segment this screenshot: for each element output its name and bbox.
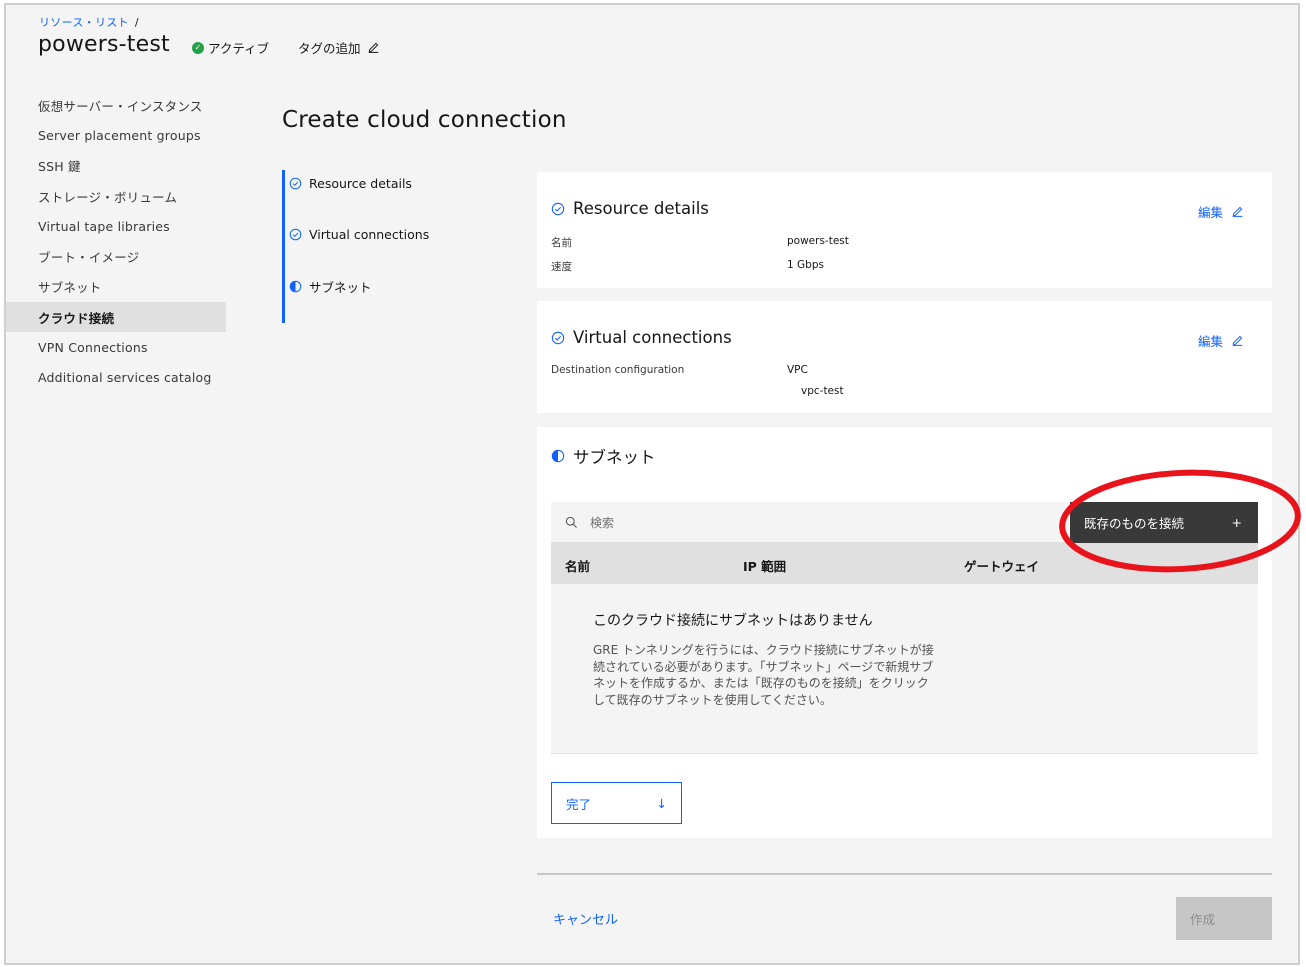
sidebar-item-boot-images[interactable]: ブート・イメージ: [6, 241, 226, 271]
detail-sub-value: vpc-test: [801, 385, 844, 397]
sidebar-item-subnets[interactable]: サブネット: [6, 272, 226, 302]
sidebar-item-services-catalog[interactable]: Additional services catalog: [6, 363, 226, 393]
tile-heading: Resource details: [551, 199, 709, 218]
checkmark-circle-icon: [289, 177, 302, 190]
sidebar-item-label: SSH 鍵: [38, 159, 81, 175]
page-title: Create cloud connection: [282, 107, 567, 133]
progress-step-virtual-connections[interactable]: Virtual connections: [289, 227, 429, 242]
create-button[interactable]: 作成: [1176, 897, 1272, 940]
edit-resource-details-link[interactable]: 編集: [1198, 202, 1244, 221]
checkmark-circle-icon: [289, 228, 302, 241]
empty-state-description: GRE トンネリングを行うには、クラウド接続にサブネットが接続されている必要があ…: [593, 643, 934, 707]
cancel-button[interactable]: キャンセル: [553, 909, 618, 928]
edit-icon: [1232, 206, 1243, 217]
sidebar-item-placement-groups[interactable]: Server placement groups: [6, 120, 226, 150]
breadcrumb: リソース・リスト /: [39, 14, 139, 30]
progress-step-label: Resource details: [309, 176, 412, 191]
status-badge: ✓ アクティブ: [192, 38, 269, 57]
checkmark-icon: ✓: [192, 41, 204, 54]
sidebar-item-label: 仮想サーバー・インスタンス: [38, 98, 203, 114]
add-tag-button[interactable]: タグの追加: [298, 38, 380, 57]
detail-key: 名前: [551, 237, 572, 249]
checkmark-circle-icon: [551, 331, 565, 344]
edit-icon: [368, 42, 378, 53]
sidebar-item-label: サブネット: [38, 280, 102, 296]
done-button[interactable]: 完了 ↓: [551, 782, 682, 824]
progress-step-label: Virtual connections: [309, 227, 430, 242]
connect-existing-button[interactable]: 既存のものを接続 +: [1070, 502, 1258, 543]
app-frame: リソース・リスト / powers-test ✓ アクティブ タグの追加 仮想サー…: [4, 3, 1300, 965]
edit-icon: [1232, 335, 1243, 346]
side-navigation: 仮想サーバー・インスタンス Server placement groups SS…: [6, 90, 226, 393]
sidebar-item-ssh-keys[interactable]: SSH 鍵: [6, 151, 226, 181]
column-header-ip-range[interactable]: IP 範囲: [743, 556, 786, 575]
sidebar-item-vpn-connections[interactable]: VPN Connections: [6, 332, 226, 362]
empty-state-title: このクラウド接続にサブネットはありません: [593, 613, 873, 629]
virtual-connections-tile: Virtual connections 編集 Destination confi…: [537, 301, 1272, 413]
resource-title: powers-test: [38, 32, 170, 57]
search-input[interactable]: 検索: [551, 502, 1071, 543]
detail-key: 速度: [551, 261, 572, 273]
sidebar-item-label: クラウド接続: [38, 310, 115, 326]
tile-title: Resource details: [573, 199, 709, 218]
search-placeholder: 検索: [590, 515, 615, 530]
detail-value: VPC: [787, 364, 808, 376]
empty-state: このクラウド接続にサブネットはありません GRE トンネリングを行うには、クラウ…: [551, 584, 1258, 754]
progress-step-subnet[interactable]: サブネット: [289, 277, 372, 296]
sidebar-item-storage-volumes[interactable]: ストレージ・ボリューム: [6, 181, 226, 211]
sidebar-item-label: VPN Connections: [38, 340, 148, 356]
edit-label: 編集: [1197, 334, 1223, 349]
tile-title: サブネット: [573, 448, 656, 467]
connect-existing-label: 既存のものを接続: [1084, 516, 1185, 531]
footer-divider: [537, 873, 1272, 875]
half-circle-icon: [289, 280, 302, 293]
sidebar-item-virtual-servers[interactable]: 仮想サーバー・インスタンス: [6, 90, 226, 120]
breadcrumb-link[interactable]: リソース・リスト: [39, 16, 129, 29]
sidebar-item-label: ブート・イメージ: [38, 250, 140, 266]
resource-details-tile: Resource details 編集 名前 powers-test 速度 1 …: [537, 172, 1272, 288]
checkmark-circle-icon: [551, 202, 565, 215]
breadcrumb-separator: /: [134, 16, 139, 29]
search-icon: [565, 516, 577, 528]
sidebar-item-label: ストレージ・ボリューム: [38, 189, 178, 205]
sidebar-item-label: Server placement groups: [38, 127, 201, 143]
detail-value: powers-test: [787, 235, 849, 247]
progress-indicator: Resource details Virtual connections サブネ…: [282, 170, 522, 323]
status-text: アクティブ: [208, 41, 270, 56]
sidebar-item-cloud-connections[interactable]: クラウド接続: [6, 302, 226, 333]
edit-virtual-connections-link[interactable]: 編集: [1198, 331, 1244, 350]
detail-key: Destination configuration: [551, 364, 685, 376]
sidebar-item-virtual-tape[interactable]: Virtual tape libraries: [6, 211, 226, 241]
subnet-tile: サブネット 検索 既存のものを接続 + 名前 IP 範囲 ゲートウェイ このクラ…: [537, 427, 1272, 838]
progress-step-resource-details[interactable]: Resource details: [289, 176, 412, 191]
progress-step-label: サブネット: [309, 280, 372, 295]
arrow-down-icon: ↓: [656, 795, 667, 811]
column-header-gateway[interactable]: ゲートウェイ: [964, 556, 1039, 575]
sidebar-item-label: Virtual tape libraries: [38, 218, 170, 234]
detail-value: 1 Gbps: [787, 259, 824, 271]
tile-heading: サブネット: [551, 444, 656, 468]
sidebar-item-label: Additional services catalog: [38, 370, 212, 386]
half-circle-icon: [551, 449, 565, 463]
column-header-name[interactable]: 名前: [565, 556, 590, 575]
add-tag-label: タグの追加: [298, 41, 361, 56]
edit-label: 編集: [1197, 205, 1223, 220]
plus-icon: +: [1231, 515, 1242, 530]
tile-title: Virtual connections: [573, 328, 732, 347]
table-header: 名前 IP 範囲 ゲートウェイ: [551, 543, 1258, 584]
tile-heading: Virtual connections: [551, 328, 732, 347]
done-label: 完了: [566, 796, 592, 812]
